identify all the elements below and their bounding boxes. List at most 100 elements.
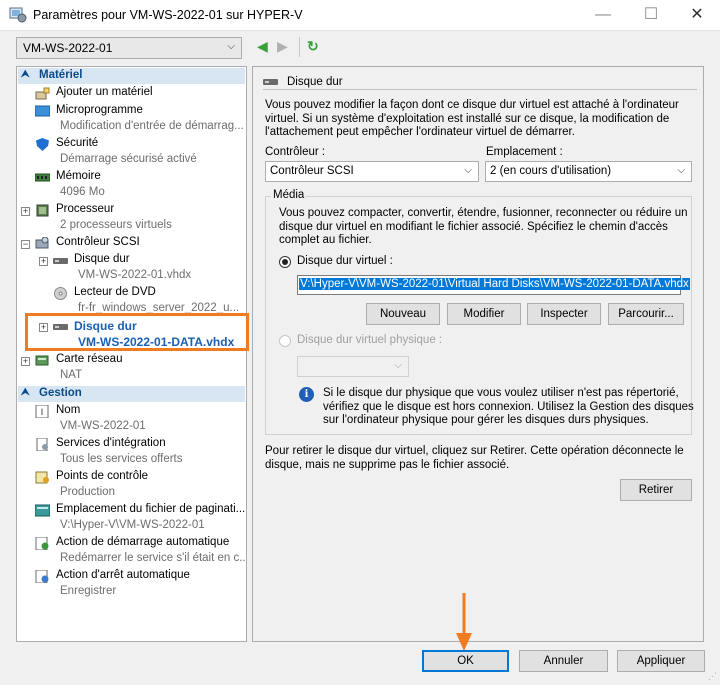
- name-icon: I: [35, 405, 49, 418]
- location-value: 2 (en cours d'utilisation): [490, 165, 612, 177]
- intro-line: virtuel. Si un système d'exploitation es…: [265, 112, 670, 125]
- browse-button-label: Parcourir...: [618, 308, 674, 320]
- hard-disk-icon: [53, 258, 68, 264]
- virtual-disk-path-value: V:\Hyper-V\VM-WS-2022-01\Virtual Hard Di…: [299, 278, 690, 290]
- info-line: vérifiez que le disque est hors connexio…: [323, 400, 694, 413]
- disk1-expand-icon[interactable]: +: [39, 257, 48, 266]
- inspect-button-label: Inspecter: [540, 308, 588, 320]
- controller-select[interactable]: Contrôleur SCSI ⌵: [265, 161, 479, 182]
- hardware-header-label: Matériel: [39, 69, 83, 81]
- auto-stop-label: Action d'arrêt automatique: [56, 569, 190, 581]
- scsi-controller-icon: [35, 237, 49, 249]
- collapse-chevron-icon: ⮝: [21, 69, 30, 80]
- cancel-button-label: Annuler: [543, 655, 584, 667]
- new-button-label: Nouveau: [379, 308, 427, 320]
- toolbar-divider: [299, 37, 300, 57]
- maximize-button[interactable]: ☐: [628, 0, 674, 30]
- inspect-button[interactable]: Inspecter: [527, 303, 601, 325]
- close-button[interactable]: ✕: [674, 0, 720, 30]
- info-icon: i: [299, 387, 314, 402]
- paging-file-icon: [35, 504, 50, 517]
- remove-help-text: Pour retirer le disque dur virtuel, cliq…: [265, 445, 684, 472]
- apply-button-label: Appliquer: [636, 655, 686, 667]
- scsi-controller-label: Contrôleur SCSI: [56, 236, 140, 248]
- svg-text:I: I: [41, 407, 44, 417]
- firmware-sub: Modification d'entrée de démarrag...: [60, 120, 244, 132]
- disk-settings-panel: Disque dur Vous pouvez modifier la façon…: [252, 66, 704, 642]
- network-adapter-sub: NAT: [60, 369, 83, 381]
- media-text: Vous pouvez compacter, convertir, étendr…: [279, 207, 688, 248]
- resize-grip-icon[interactable]: ⋰: [708, 671, 717, 682]
- add-hardware-icon: [35, 87, 50, 100]
- controller-label: Contrôleur :: [265, 146, 326, 158]
- management-section-header[interactable]: ⮝ Gestion: [18, 386, 245, 402]
- processor-icon: [36, 204, 49, 217]
- shield-icon: [36, 138, 49, 151]
- intro-line: l'attachement peut empêcher l'ordinateur…: [265, 126, 575, 138]
- intro-text: Vous pouvez modifier la façon dont ce di…: [265, 99, 679, 140]
- name-sub: VM-WS-2022-01: [60, 420, 146, 432]
- title-bar: Paramètres pour VM-WS-2022-01 sur HYPER-…: [0, 0, 720, 31]
- apply-button[interactable]: Appliquer: [617, 650, 705, 672]
- virtual-disk-radio[interactable]: [279, 256, 291, 268]
- integration-services-label: Services d'intégration: [56, 437, 166, 449]
- info-line: sur l'ordinateur physique pour gérer les…: [323, 414, 649, 426]
- memory-icon: [35, 173, 50, 182]
- remove-line: disque, mais ne supprime pas le fichier …: [265, 458, 510, 471]
- browse-button[interactable]: Parcourir...: [608, 303, 684, 325]
- checkpoints-icon: [35, 471, 49, 484]
- name-label: Nom: [56, 404, 81, 416]
- refresh-icon[interactable]: ↻: [307, 38, 319, 55]
- processor-label: Processeur: [56, 203, 115, 215]
- firmware-icon: [35, 105, 50, 117]
- info-line: Si le disque dur physique que vous voule…: [323, 387, 679, 399]
- physical-disk-select[interactable]: ⌵: [297, 356, 409, 377]
- edit-button-label: Modifier: [463, 308, 505, 320]
- ok-button[interactable]: OK: [422, 650, 509, 672]
- remove-line: Pour retirer le disque dur virtuel, cliq…: [265, 445, 684, 457]
- hyper-v-settings-icon: [9, 7, 27, 23]
- forward-arrow-icon[interactable]: ▶: [277, 38, 288, 55]
- management-header-label: Gestion: [39, 387, 82, 399]
- security-label: Sécurité: [56, 137, 99, 149]
- processor-expand-icon[interactable]: +: [21, 207, 30, 216]
- network-expand-icon[interactable]: +: [21, 357, 30, 366]
- media-line: complet au fichier.: [279, 234, 372, 246]
- back-arrow-icon[interactable]: ◀: [257, 38, 268, 55]
- network-adapter-label: Carte réseau: [56, 353, 123, 365]
- network-adapter-icon: [35, 355, 49, 366]
- annotation-arrow-icon: [456, 593, 472, 651]
- auto-stop-icon: [35, 570, 49, 583]
- media-title: Média: [271, 189, 307, 201]
- hard-disk-1-sub: VM-WS-2022-01.vhdx: [78, 269, 192, 281]
- location-select[interactable]: 2 (en cours d'utilisation) ⌵: [485, 161, 692, 182]
- edit-button[interactable]: Modifier: [447, 303, 521, 325]
- auto-stop-sub: Enregistrer: [60, 585, 117, 597]
- checkpoints-sub: Production: [60, 486, 115, 498]
- auto-start-label: Action de démarrage automatique: [56, 536, 230, 548]
- media-line: disque dur virtuel en modifiant le fichi…: [279, 220, 668, 233]
- collapse-chevron-icon: ⮝: [21, 387, 30, 398]
- media-line: Vous pouvez compacter, convertir, étendr…: [279, 207, 688, 219]
- firmware-label: Microprogramme: [56, 104, 143, 116]
- minimize-button[interactable]: —: [580, 0, 626, 30]
- scsi-collapse-icon[interactable]: −: [21, 240, 30, 249]
- integration-services-sub: Tous les services offerts: [60, 453, 183, 465]
- hard-disk-icon: [263, 79, 278, 85]
- processor-sub: 2 processeurs virtuels: [60, 219, 172, 231]
- hard-disk-1-label: Disque dur: [74, 253, 130, 265]
- virtual-disk-label: Disque dur virtuel :: [297, 255, 393, 267]
- chevron-down-icon: ⌵: [677, 165, 685, 176]
- remove-button-label: Retirer: [638, 484, 674, 496]
- location-label: Emplacement :: [486, 146, 563, 158]
- cancel-button[interactable]: Annuler: [519, 650, 608, 672]
- physical-disk-radio[interactable]: [279, 335, 291, 347]
- physical-disk-info-text: Si le disque dur physique que vous voule…: [323, 387, 694, 428]
- virtual-disk-path-input[interactable]: V:\Hyper-V\VM-WS-2022-01\Virtual Hard Di…: [297, 275, 690, 295]
- dvd-icon: [54, 287, 67, 300]
- vm-select[interactable]: VM-WS-2022-01 ⌵: [16, 37, 242, 59]
- hardware-section-header[interactable]: ⮝ Matériel: [18, 68, 245, 84]
- new-button[interactable]: Nouveau: [366, 303, 440, 325]
- remove-button[interactable]: Retirer: [620, 479, 692, 501]
- window-title: Paramètres pour VM-WS-2022-01 sur HYPER-…: [33, 8, 303, 22]
